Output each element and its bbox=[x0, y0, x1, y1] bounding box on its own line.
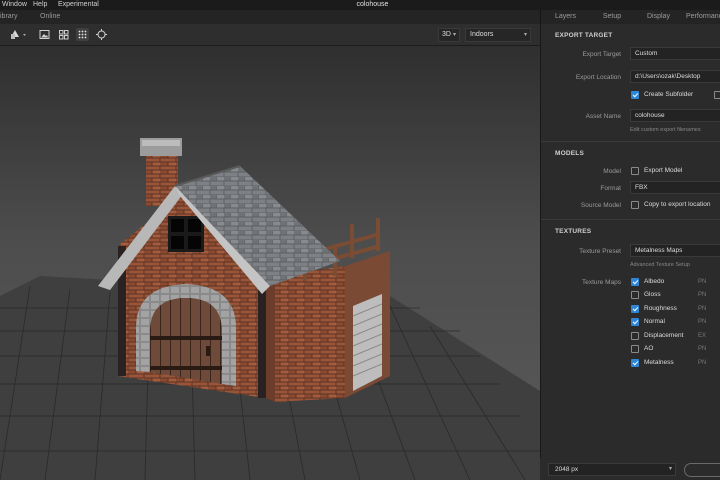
roughness-checkbox[interactable] bbox=[631, 305, 639, 313]
menu-bar: Window Help Experimental colohouse bbox=[0, 0, 720, 10]
grid-icon bbox=[59, 30, 69, 40]
export-target-label: Export Target bbox=[582, 51, 621, 58]
resolution-select[interactable]: 2048 px ▾ bbox=[548, 463, 676, 476]
export-target-heading: EXPORT TARGET bbox=[555, 32, 613, 39]
view-mode-select[interactable]: 3D ▾ bbox=[438, 28, 460, 42]
focus-button[interactable] bbox=[95, 28, 108, 41]
chevron-down-icon: ▾ bbox=[523, 32, 527, 38]
export-bottom-bar: 2048 px ▾ bbox=[540, 458, 720, 480]
3d-viewport[interactable] bbox=[0, 46, 540, 480]
metalness-label: Metalness bbox=[644, 359, 674, 366]
chevron-down-icon: ▾ bbox=[668, 466, 672, 472]
export-location-field[interactable]: d:\Users\ozak\Desktop bbox=[630, 70, 720, 83]
textures-heading: TEXTURES bbox=[555, 228, 592, 235]
shapes-icon bbox=[11, 30, 26, 39]
models-heading: MODELS bbox=[555, 150, 585, 157]
displacement-label: Displacement bbox=[644, 332, 684, 339]
texture-preset-label: Texture Preset bbox=[579, 248, 621, 255]
environment-value: Indoors bbox=[470, 31, 494, 38]
export-model-checkbox[interactable] bbox=[631, 167, 639, 175]
albedo-checkbox[interactable] bbox=[631, 278, 639, 286]
ao-format: PN bbox=[698, 346, 707, 352]
ao-checkbox[interactable] bbox=[631, 345, 639, 353]
source-model-label: Source Model bbox=[580, 202, 621, 209]
gloss-label: Gloss bbox=[644, 291, 661, 298]
resolution-value: 2048 px bbox=[555, 466, 579, 473]
displacement-format: EX bbox=[698, 333, 707, 339]
section-divider bbox=[541, 219, 720, 220]
export-button[interactable] bbox=[684, 463, 720, 477]
tab-library[interactable]: ibrary bbox=[0, 10, 18, 24]
section-divider bbox=[541, 141, 720, 142]
shape-tool-button[interactable] bbox=[9, 28, 28, 41]
normal-label: Normal bbox=[644, 318, 665, 325]
copy-to-export-label: Copy to export location bbox=[644, 201, 711, 208]
export-location-label: Export Location bbox=[575, 74, 621, 81]
texture-maps-label: Texture Maps bbox=[581, 279, 621, 286]
viewport-toolbar: 3D ▾ Indoors ▾ bbox=[0, 24, 540, 46]
copy-to-export-checkbox[interactable] bbox=[631, 201, 639, 209]
roughness-label: Roughness bbox=[644, 305, 677, 312]
tab-setup[interactable]: Setup bbox=[602, 10, 622, 24]
environment-select[interactable]: Indoors ▾ bbox=[465, 28, 531, 42]
metalness-checkbox[interactable] bbox=[631, 359, 639, 367]
export-target-value: Custom bbox=[635, 50, 658, 57]
dots-grid-icon bbox=[78, 30, 87, 39]
export-model-label: Export Model bbox=[644, 167, 683, 174]
export-target-select[interactable]: Custom bbox=[630, 47, 720, 60]
asset-name-label: Asset Name bbox=[585, 113, 621, 120]
grid-view-button[interactable] bbox=[57, 28, 70, 41]
ao-label: AO bbox=[644, 345, 654, 352]
export-location-value: d:\Users\ozak\Desktop bbox=[635, 73, 701, 80]
advanced-texture-setup-link[interactable]: Advanced Texture Setup bbox=[630, 262, 690, 268]
create-subfolder-checkbox[interactable] bbox=[631, 91, 639, 99]
asset-name-input[interactable]: colohouse bbox=[630, 109, 720, 122]
tab-display[interactable]: Display bbox=[647, 10, 670, 24]
gloss-checkbox[interactable] bbox=[631, 291, 639, 299]
viewport-canvas bbox=[0, 138, 540, 480]
window-title: colohouse bbox=[356, 1, 389, 8]
image-view-button[interactable] bbox=[38, 28, 51, 41]
asset-name-hint-link[interactable]: Edit custom export filenames bbox=[630, 127, 701, 133]
normal-checkbox[interactable] bbox=[631, 318, 639, 326]
roughness-format: PN bbox=[698, 306, 707, 312]
crosshair-icon bbox=[96, 29, 107, 40]
export-settings-panel: EXPORT TARGET Export Target Custom Expor… bbox=[540, 24, 720, 480]
gloss-format: PN bbox=[698, 292, 707, 298]
tab-performance[interactable]: Performance bbox=[686, 10, 720, 24]
model-label: Model bbox=[603, 168, 621, 175]
create-subfolder-label: Create Subfolder bbox=[644, 91, 694, 98]
view-mode-value: 3D bbox=[442, 31, 451, 38]
metalness-format: PN bbox=[698, 360, 707, 366]
format-label: Format bbox=[600, 185, 621, 192]
format-value: FBX bbox=[635, 184, 648, 191]
image-icon bbox=[39, 30, 50, 39]
floor-grid-button[interactable] bbox=[76, 28, 89, 41]
albedo-label: Albedo bbox=[644, 278, 665, 285]
texture-preset-value: Metalness Maps bbox=[635, 247, 683, 254]
albedo-format: PN bbox=[698, 279, 707, 285]
library-tab-row: ibrary Online bbox=[0, 10, 540, 24]
format-select[interactable]: FBX bbox=[630, 181, 720, 194]
panel-tab-row: Layers Setup Display Performance bbox=[540, 10, 720, 24]
normal-format: PN bbox=[698, 319, 707, 325]
tab-online[interactable]: Online bbox=[40, 10, 60, 24]
extra-checkbox[interactable] bbox=[714, 91, 720, 99]
displacement-checkbox[interactable] bbox=[631, 332, 639, 340]
asset-name-value: colohouse bbox=[635, 112, 665, 119]
texture-preset-select[interactable]: Metalness Maps bbox=[630, 244, 720, 257]
chevron-down-icon: ▾ bbox=[452, 32, 456, 38]
tab-layers[interactable]: Layers bbox=[555, 10, 576, 24]
